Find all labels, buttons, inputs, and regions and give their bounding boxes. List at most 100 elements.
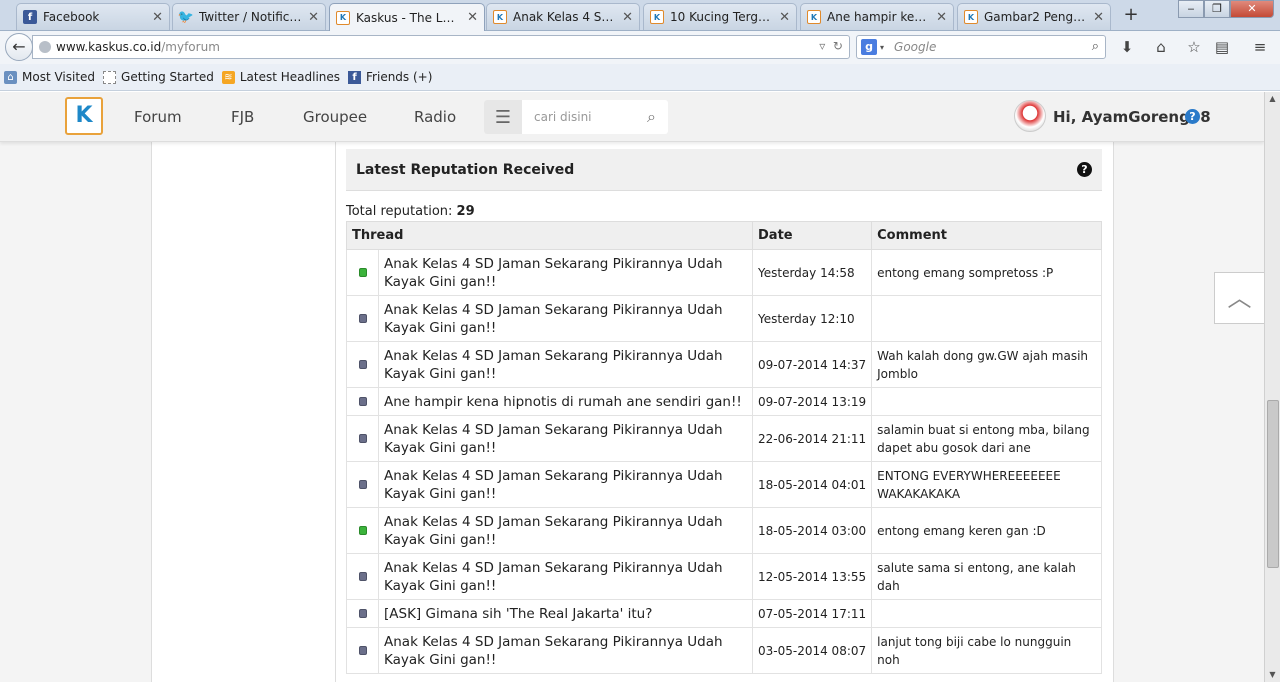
browser-tab-strip: f Facebook ✕ 🐦 Twitter / Notificati... ✕… (0, 0, 1280, 31)
kaskus-logo[interactable]: K (65, 97, 103, 135)
nav-forum[interactable]: Forum (134, 108, 182, 126)
menu-icon[interactable]: ≡ (1250, 38, 1270, 56)
date-cell: 18-05-2014 03:00 (751, 507, 873, 554)
scrollbar-thumb[interactable] (1267, 400, 1279, 568)
bookmarks-toolbar: ⌂ Most Visited Getting Started ≋ Latest … (0, 64, 1280, 91)
bookmark-friends[interactable]: f Friends (+) (348, 70, 432, 84)
reputation-status-cell (346, 599, 379, 628)
help-icon[interactable]: ? (1185, 109, 1200, 124)
reputation-rows: Anak Kelas 4 SD Jaman Sekarang Pikiranny… (346, 249, 1102, 674)
scroll-down-arrow-icon[interactable]: ▼ (1265, 668, 1280, 682)
reputation-status-cell (346, 249, 379, 296)
home-icon[interactable]: ⌂ (1151, 38, 1171, 56)
back-button[interactable]: ← (5, 33, 33, 61)
total-reputation: Total reputation: 29 (346, 204, 475, 219)
date-cell: 03-05-2014 08:07 (751, 627, 873, 674)
nav-fjb[interactable]: FJB (231, 108, 254, 126)
comment-cell (871, 295, 1102, 342)
vertical-scrollbar[interactable]: ▲ ▼ (1264, 92, 1280, 682)
tab-close-icon[interactable]: ✕ (936, 10, 947, 25)
reputation-status-cell (346, 507, 379, 554)
page-icon (103, 70, 117, 84)
thread-link[interactable]: Anak Kelas 4 SD Jaman Sekarang Pikiranny… (378, 341, 753, 388)
comment-cell (871, 387, 1102, 416)
window-close-icon[interactable]: ✕ (1230, 0, 1274, 18)
avatar[interactable] (1014, 100, 1046, 132)
reputation-square-icon (358, 571, 367, 581)
thread-link[interactable]: Anak Kelas 4 SD Jaman Sekarang Pikiranny… (378, 627, 753, 674)
thread-link[interactable]: Anak Kelas 4 SD Jaman Sekarang Pikiranny… (378, 461, 753, 508)
hamburger-menu-icon[interactable]: ☰ (484, 100, 522, 134)
thread-link[interactable]: Anak Kelas 4 SD Jaman Sekarang Pikiranny… (378, 415, 753, 462)
bookmark-latest-headlines[interactable]: ≋ Latest Headlines (221, 70, 341, 84)
tab-kaskus-active[interactable]: K Kaskus - The Large... ✕ (329, 3, 485, 31)
web-search-box[interactable]: g ▾ Google ⌕ (856, 35, 1106, 59)
tab-close-icon[interactable]: ✕ (308, 10, 319, 25)
page-viewport: K Forum FJB Groupee Radio ☰ cari disini … (0, 92, 1264, 682)
reload-icon[interactable]: ▿ ↻ (819, 39, 843, 53)
date-cell: 22-06-2014 21:11 (751, 415, 873, 462)
reputation-square-icon (358, 313, 367, 323)
thread-link[interactable]: Anak Kelas 4 SD Jaman Sekarang Pikiranny… (378, 507, 753, 554)
search-icon[interactable]: ⌕ (1092, 39, 1099, 54)
chevron-down-icon[interactable]: ▾ (880, 43, 884, 52)
download-icon[interactable]: ⬇ (1117, 38, 1137, 56)
scroll-to-top-button[interactable]: ︿ (1214, 272, 1264, 324)
reputation-square-icon (358, 525, 367, 535)
bookmark-label: Getting Started (121, 70, 214, 84)
date-cell: 09-07-2014 13:19 (751, 387, 873, 416)
kaskus-favicon: K (807, 10, 821, 24)
tab-close-icon[interactable]: ✕ (467, 10, 478, 25)
table-row: Anak Kelas 4 SD Jaman Sekarang Pikiranny… (346, 249, 1102, 296)
bookmark-most-visited[interactable]: ⌂ Most Visited (4, 70, 95, 84)
tab-close-icon[interactable]: ✕ (152, 10, 163, 25)
bookmark-label: Friends (+) (366, 70, 433, 84)
tab-close-icon[interactable]: ✕ (779, 10, 790, 25)
tab-close-icon[interactable]: ✕ (1093, 10, 1104, 25)
site-identity-icon[interactable] (39, 41, 51, 53)
bookmark-getting-started[interactable]: Getting Started (103, 70, 214, 84)
scroll-up-arrow-icon[interactable]: ▲ (1265, 92, 1280, 106)
date-cell: 12-05-2014 13:55 (751, 553, 873, 600)
search-icon[interactable]: ⌕ (647, 107, 656, 127)
tab-label: Twitter / Notificati... (199, 10, 302, 24)
url-bar[interactable]: www.kaskus.co.id/myforum ▿ ↻ (32, 35, 850, 59)
tab-label: Ane hampir kena h... (827, 10, 930, 24)
tab-ane-hampir[interactable]: K Ane hampir kena h... ✕ (800, 3, 954, 30)
site-search-input[interactable]: cari disini (534, 110, 647, 124)
comment-cell: lanjut tong biji cabe lo nungguin noh (871, 627, 1102, 674)
tab-gambar[interactable]: K Gambar2 Penggug... ✕ (957, 3, 1111, 30)
tab-twitter[interactable]: 🐦 Twitter / Notificati... ✕ (172, 3, 326, 30)
panel-title: Latest Reputation Received (356, 162, 575, 178)
minimize-icon[interactable]: ‒ (1178, 0, 1204, 18)
thread-link[interactable]: Anak Kelas 4 SD Jaman Sekarang Pikiranny… (378, 553, 753, 600)
tab-anak-kelas[interactable]: K Anak Kelas 4 SD Ja... ✕ (486, 3, 640, 30)
new-tab-button[interactable]: + (1120, 5, 1142, 27)
tab-kucing[interactable]: K 10 Kucing Tergem... ✕ (643, 3, 797, 30)
thread-link[interactable]: [ASK] Gimana sih 'The Real Jakarta' itu? (378, 599, 753, 628)
tab-facebook[interactable]: f Facebook ✕ (16, 3, 170, 30)
nav-groupee[interactable]: Groupee (303, 108, 367, 126)
thread-link[interactable]: Anak Kelas 4 SD Jaman Sekarang Pikiranny… (378, 249, 753, 296)
bookmarks-list-icon[interactable]: ▤ (1212, 38, 1232, 56)
reputation-panel-header: Latest Reputation Received ? (346, 149, 1102, 191)
table-row: Anak Kelas 4 SD Jaman Sekarang Pikiranny… (346, 627, 1102, 674)
thread-link[interactable]: Ane hampir kena hipnotis di rumah ane se… (378, 387, 753, 416)
tab-close-icon[interactable]: ✕ (622, 10, 633, 25)
reputation-square-icon (358, 608, 367, 618)
bookmark-star-icon[interactable]: ☆ (1184, 38, 1204, 56)
reputation-square-icon (358, 267, 367, 277)
reputation-status-cell (346, 461, 379, 508)
reputation-status-cell (346, 553, 379, 600)
question-icon[interactable]: ? (1077, 162, 1092, 177)
reputation-square-icon (358, 433, 367, 443)
comment-cell: ENTONG EVERYWHEREEEEEEE WAKAKAKAKA (871, 461, 1102, 508)
site-search: ☰ cari disini ⌕ (484, 100, 668, 134)
nav-radio[interactable]: Radio (414, 108, 456, 126)
tab-label: 10 Kucing Tergem... (670, 10, 773, 24)
thread-link[interactable]: Anak Kelas 4 SD Jaman Sekarang Pikiranny… (378, 295, 753, 342)
table-row: Anak Kelas 4 SD Jaman Sekarang Pikiranny… (346, 341, 1102, 388)
date-cell: 09-07-2014 14:37 (751, 341, 873, 388)
maximize-icon[interactable]: ❐ (1204, 0, 1230, 18)
bookmark-label: Latest Headlines (239, 70, 341, 84)
